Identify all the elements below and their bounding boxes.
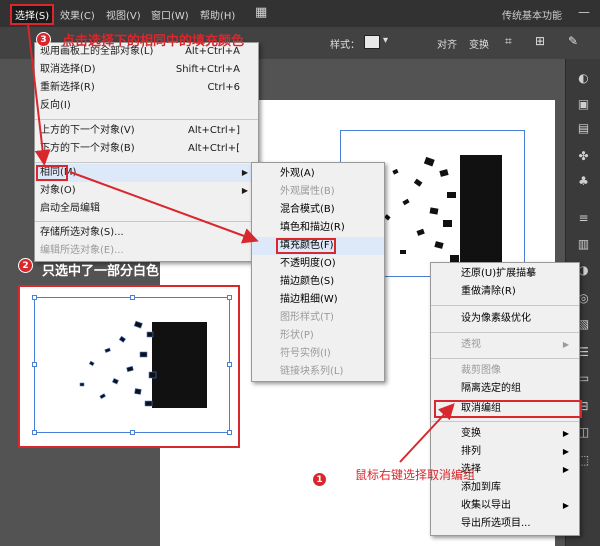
pen-tool-icon[interactable]: ✎ [568,34,578,48]
selection-handle[interactable] [32,362,37,367]
selection-handle[interactable] [130,430,135,435]
style-swatch[interactable] [364,35,380,49]
minimize-icon[interactable]: — [578,5,590,19]
select-dropdown-menu: 现用画板上的全部对象(L) Alt+Ctrl+A 取消选择(D) Shift+Ctr… [34,42,259,262]
menu-item-deselect[interactable]: 取消选择(D) Shift+Ctrl+A [35,61,258,79]
submenu-item-symbol-instance[interactable]: 符号实例(I) [252,345,384,363]
menu-item-edit-selection[interactable]: 编辑所选对象(E)... [35,242,258,260]
submenu-item-appearance-attr[interactable]: 外观属性(B) [252,183,384,201]
menu-window[interactable]: 窗口(W) [151,7,189,22]
ctx-item-transform[interactable]: 变换 ▶ [431,425,579,443]
menu-item-next-above[interactable]: 上方的下一个对象(V) Alt+Ctrl+] [35,122,258,140]
step2-badge: 2 [18,258,33,273]
menu-separator [35,221,258,222]
style-label: 样式： [330,40,360,51]
submenu-item-shape[interactable]: 形状(P) [252,327,384,345]
ctx-item-perspective[interactable]: 透视 ▶ [431,336,579,354]
submenu-arrow-icon: ▶ [562,429,569,438]
menu-select[interactable]: 选择(S) [10,4,55,25]
submenu-arrow-icon: ▶ [562,447,569,456]
ctx-item-redo[interactable]: 重做清除(R) [431,283,579,301]
ctx-item-collect-export[interactable]: 收集以导出 ▶ [431,497,579,515]
ctx-item-arrange[interactable]: 排列 ▶ [431,443,579,461]
ctx-item-pixel-optimize[interactable]: 设为像素级优化 [431,310,579,328]
submenu-item-stroke-weight[interactable]: 描边粗细(W) [252,291,384,309]
menu-separator [431,332,579,333]
fill-color-highlight-box [276,238,336,254]
submenu-item-fill-color[interactable]: 填充颜色(F) [252,237,384,255]
ctx-item-ungroup[interactable]: 取消编组 [431,400,582,418]
submenu-arrow-icon: ▶ [241,168,248,177]
selection-handle[interactable] [227,430,232,435]
menu-effect[interactable]: 效果(C) [60,7,95,22]
menu-separator [431,358,579,359]
preview-fragments [79,320,157,407]
submenu-item-appearance[interactable]: 外观(A) [252,165,384,183]
ctx-item-isolate-group[interactable]: 隔离选定的组 [431,380,579,398]
arrange-icon[interactable]: ⊞ [535,34,545,48]
step2-annotation: 只选中了一部分白色 [42,264,160,279]
transform-button[interactable]: 变换 [469,36,489,51]
menu-item-global-edit[interactable]: 启动全局编辑 [35,200,258,218]
result-preview-box [18,285,240,448]
submenu-item-link-block[interactable]: 链接块系列(L) [252,363,384,381]
chevron-down-icon[interactable]: ▾ [383,35,388,46]
context-menu: 还原(U)扩展描摹 重做清除(R) 设为像素级优化 透视 ▶ 裁剪图像 隔离选定的… [430,262,582,536]
menubar: 选择(S) 效果(C) 视图(V) 窗口(W) 帮助(H) ▦ 传统基本功能 — [0,0,600,27]
panel-color-icon[interactable]: ◐ [575,71,592,85]
workspace-switcher[interactable]: 传统基本功能 [502,7,562,22]
panel-stroke-icon[interactable]: ≡ [575,211,592,225]
menu-item-reselect[interactable]: 重新选择(R) Ctrl+6 [35,79,258,97]
panel-swatches-icon[interactable]: ▤ [575,121,592,135]
menu-separator [35,162,258,163]
workspace-grid-icon[interactable]: ▦ [255,5,267,20]
submenu-arrow-icon: ▶ [562,340,569,349]
menu-separator [35,119,258,120]
panel-symbols-icon[interactable]: ♣ [575,174,592,188]
align-button[interactable]: 对齐 [437,36,457,51]
step3-annotation: 点击选择下的相同中的填充颜色 [62,34,245,49]
menu-separator [431,421,579,422]
menu-item-same[interactable]: 相同(M) ▶ [35,164,258,182]
menu-item-object[interactable]: 对象(O) ▶ [35,182,258,200]
submenu-arrow-icon: ▶ [562,465,569,474]
menu-separator [431,305,579,306]
submenu-item-graphic-style[interactable]: 图形样式(T) [252,309,384,327]
submenu-item-fill-and-stroke[interactable]: 填色和描边(R) [252,219,384,237]
selection-handle[interactable] [227,362,232,367]
menu-item-save-selection[interactable]: 存储所选对象(S)... [35,224,258,242]
submenu-item-blend-mode[interactable]: 混合模式(B) [252,201,384,219]
same-highlight-box [36,165,68,181]
selection-handle[interactable] [32,430,37,435]
step3-badge: 3 [36,32,51,47]
ctx-item-export-selection[interactable]: 导出所选项目... [431,515,579,533]
panel-color-guide-icon[interactable]: ▣ [575,97,592,111]
submenu-item-stroke-color[interactable]: 描边颜色(S) [252,273,384,291]
submenu-item-opacity[interactable]: 不透明度(O) [252,255,384,273]
menu-view[interactable]: 视图(V) [106,7,141,22]
selection-handle[interactable] [130,295,135,300]
step1-annotation: 鼠标右键选择取消编组 [355,468,476,482]
artwork-black-block[interactable] [460,155,502,265]
ungroup-highlight-box [434,400,582,418]
panel-brushes-icon[interactable]: ✤ [575,149,592,163]
menu-item-next-below[interactable]: 下方的下一个对象(B) Alt+Ctrl+[ [35,140,258,158]
panel-gradient-icon[interactable]: ▥ [575,237,592,251]
selection-handle[interactable] [32,295,37,300]
ctx-item-undo[interactable]: 还原(U)扩展描摹 [431,265,579,283]
submenu-arrow-icon: ▶ [562,501,569,510]
menu-help[interactable]: 帮助(H) [200,7,235,22]
submenu-arrow-icon: ▶ [241,186,248,195]
ctx-item-crop-image[interactable]: 裁剪图像 [431,362,579,380]
preview-black-block [152,322,207,408]
menu-item-inverse[interactable]: 反向(I) [35,97,258,115]
same-submenu: 外观(A) 外观属性(B) 混合模式(B) 填色和描边(R) 填充颜色(F) 不… [251,162,385,382]
isolate-icon[interactable]: ⌗ [505,34,512,49]
selection-handle[interactable] [227,295,232,300]
step1-badge: 1 [312,472,327,487]
